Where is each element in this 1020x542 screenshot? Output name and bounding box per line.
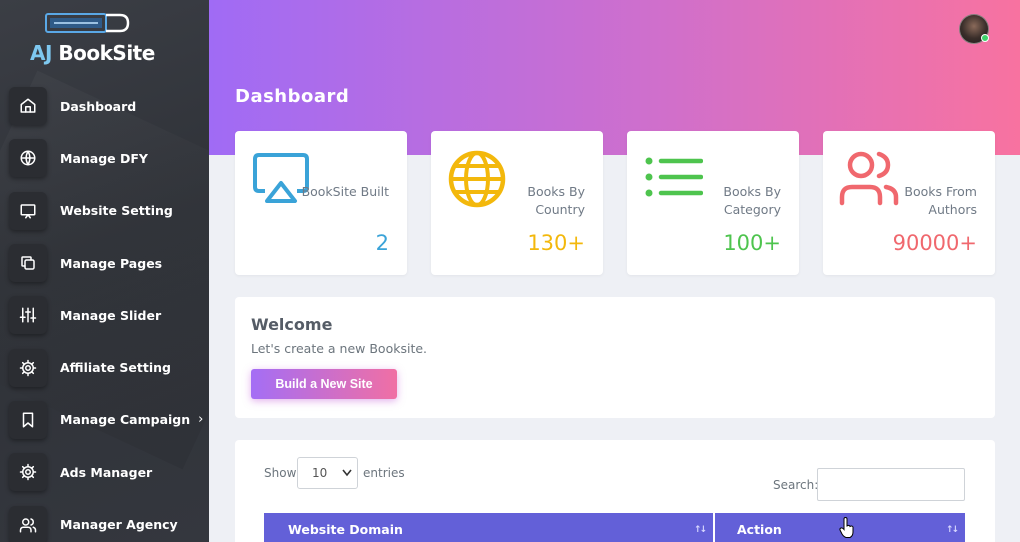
stat-card-books-from-authors: Books From Authors 90000+ [823, 131, 995, 275]
brand-name: AJ BookSite [30, 41, 155, 65]
stat-label: BookSite Built [301, 184, 389, 199]
page-size-value: 10 [312, 466, 328, 480]
stat-value: 130+ [527, 231, 585, 255]
monitor-icon [9, 191, 47, 230]
sidebar-item-label: Manage Pages [60, 255, 163, 271]
home-icon [9, 87, 47, 126]
welcome-title: Welcome [251, 315, 333, 334]
sidebar-item-label: Manage DFY [60, 150, 148, 166]
stat-value: 90000+ [892, 231, 977, 255]
sort-icon: ↑↓ [693, 525, 707, 535]
bookmark-icon [9, 400, 47, 439]
sidebar-item-website-setting[interactable]: Website Setting [0, 185, 209, 237]
sidebar-item-label: Dashboard [60, 98, 137, 114]
sidebar-item-affiliate-setting[interactable]: Affiliate Setting [0, 341, 209, 393]
brand-logo[interactable]: AJ BookSite [30, 12, 155, 66]
sliders-icon [9, 296, 47, 335]
page-size-select[interactable]: 10 [297, 457, 358, 489]
copy-icon [9, 244, 47, 283]
websites-table-card: Show 10 entries Search: Website Domain ↑… [235, 440, 995, 542]
sidebar-item-dashboard[interactable]: Dashboard [0, 80, 209, 132]
show-label: Show [264, 466, 297, 480]
sidebar: AJ BookSite Dashboard Manage DFY Website… [0, 0, 209, 542]
sidebar-item-label: Affiliate Setting [60, 360, 171, 376]
search-input[interactable] [817, 468, 965, 501]
logo-mark-icon [45, 13, 130, 33]
stat-card-booksite-built: BookSite Built 2 [235, 131, 407, 275]
welcome-card: Welcome Let's create a new Booksite. Bui… [235, 297, 995, 418]
sidebar-item-ads-manager[interactable]: Ads Manager [0, 446, 209, 498]
sidebar-item-manage-campaign[interactable]: Manage Campaign › [0, 394, 209, 446]
gear-icon [9, 348, 47, 387]
sidebar-item-label: Manage Slider [60, 307, 162, 323]
stat-label: Books By Country [527, 184, 585, 217]
sidebar-nav: Dashboard Manage DFY Website Setting Man… [0, 80, 209, 542]
stat-value: 100+ [723, 231, 781, 255]
chevron-down-icon [342, 458, 352, 501]
gear-icon [9, 453, 47, 492]
stat-label: Books By Category [723, 184, 781, 217]
stat-value: 2 [375, 231, 389, 255]
column-header-website-domain[interactable]: Website Domain ↑↓ [264, 513, 713, 542]
sidebar-item-manage-slider[interactable]: Manage Slider [0, 289, 209, 341]
stat-card-books-by-category: Books By Category 100+ [627, 131, 799, 275]
chevron-right-icon: › [198, 412, 204, 428]
stat-card-books-by-country: Books By Country 130+ [431, 131, 603, 275]
sidebar-item-label: Manage Campaign [60, 412, 191, 428]
welcome-subtitle: Let's create a new Booksite. [251, 341, 428, 356]
stat-label: Books From Authors [904, 184, 977, 217]
entries-label: entries [363, 466, 405, 480]
main-content: Dashboard BookSite Built 2 Books By Coun… [209, 0, 1020, 542]
search-label: Search: [773, 478, 819, 492]
build-new-site-button[interactable]: Build a New Site [251, 369, 397, 399]
globe-icon [9, 139, 47, 178]
sidebar-item-label: Website Setting [60, 203, 173, 219]
sidebar-item-label: Manager Agency [60, 517, 178, 533]
sidebar-item-manage-pages[interactable]: Manage Pages [0, 237, 209, 289]
sidebar-item-label: Ads Manager [60, 464, 153, 480]
online-status-dot [981, 34, 989, 42]
page-title: Dashboard [235, 86, 350, 107]
sort-icon: ↑↓ [945, 525, 959, 535]
column-header-label: Action [737, 522, 782, 537]
column-header-label: Website Domain [288, 522, 403, 537]
sidebar-item-manage-dfy[interactable]: Manage DFY [0, 132, 209, 184]
hand-cursor-icon [839, 517, 854, 538]
sidebar-item-manager-agency[interactable]: Manager Agency [0, 498, 209, 542]
users-icon [9, 505, 47, 542]
